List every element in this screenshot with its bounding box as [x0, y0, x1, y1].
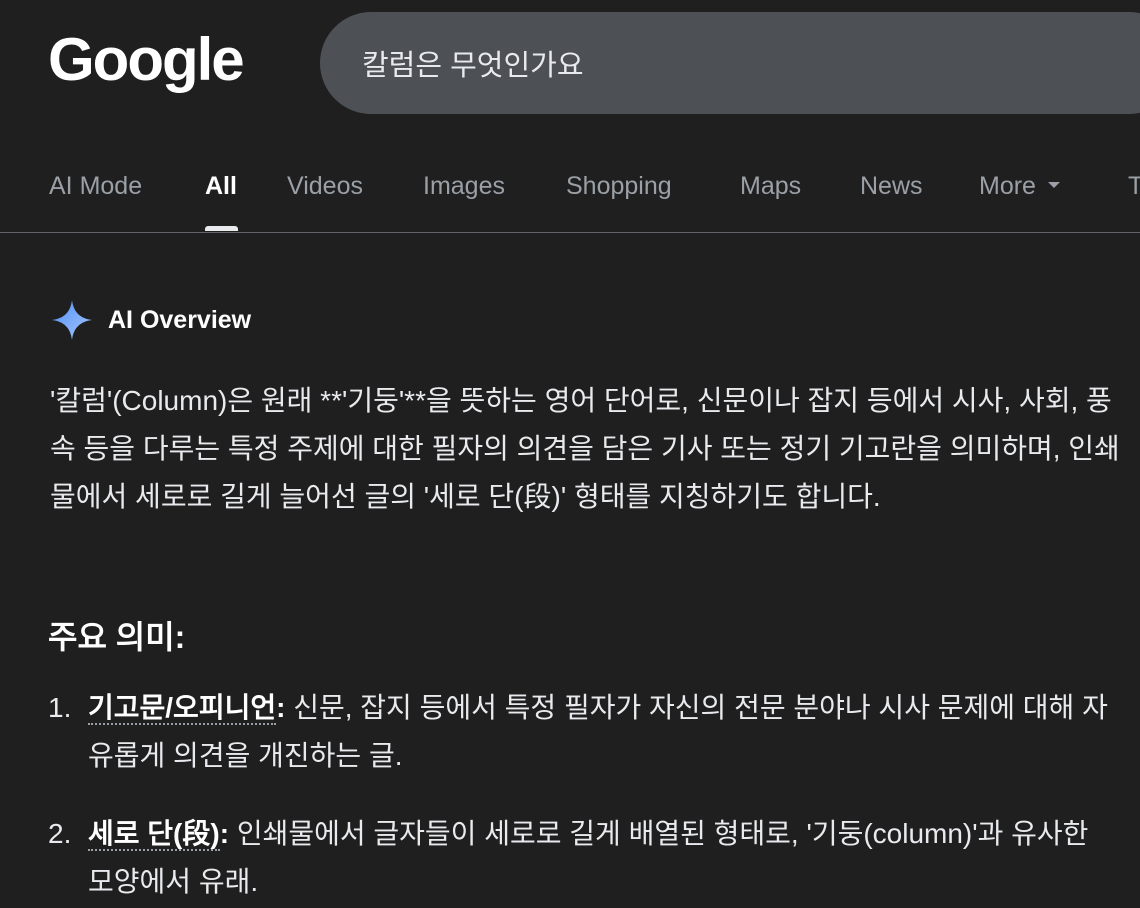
list-item: 1. 기고문/오피니언: 신문, 잡지 등에서 특정 필자가 자신의 전문 분야…: [48, 684, 1108, 780]
search-query[interactable]: 칼럼은 무엇인가요: [362, 42, 584, 84]
tab-tools[interactable]: T: [1128, 172, 1140, 201]
tab-ai-mode[interactable]: AI Mode: [49, 172, 142, 201]
list-number: 2.: [48, 818, 72, 849]
term-colon: :: [219, 818, 230, 849]
tab-images[interactable]: Images: [423, 172, 505, 201]
list-item-text: 인쇄물에서 글자들이 세로로 길게 배열된 형태로, '기둥(column)'과…: [88, 818, 1089, 897]
term-link[interactable]: 기고문/오피니언: [88, 692, 277, 725]
ai-overview-title: AI Overview: [108, 305, 252, 334]
google-logo[interactable]: Google: [48, 24, 245, 96]
list-item: 2. 세로 단(段): 인쇄물에서 글자들이 세로로 길게 배열된 형태로, '…: [48, 810, 1108, 906]
tab-more[interactable]: More: [979, 172, 1060, 201]
list-item-body: 기고문/오피니언: 신문, 잡지 등에서 특정 필자가 자신의 전문 분야나 시…: [88, 684, 1108, 780]
tab-shopping[interactable]: Shopping: [566, 172, 672, 201]
list-item-body: 세로 단(段): 인쇄물에서 글자들이 세로로 길게 배열된 형태로, '기둥(…: [88, 810, 1108, 906]
gemini-sparkle-icon: [52, 300, 92, 340]
list-number: 1.: [48, 692, 72, 723]
search-bar[interactable]: 칼럼은 무엇인가요: [320, 12, 1140, 114]
tab-all[interactable]: All: [205, 172, 237, 201]
term-link[interactable]: 세로 단(段): [88, 818, 220, 851]
search-tabs: AI Mode All Videos Images Shopping Maps …: [0, 150, 1140, 233]
tab-more-label: More: [979, 172, 1036, 200]
section-title: 주요 의미:: [48, 619, 186, 655]
tab-news[interactable]: News: [860, 172, 923, 201]
tab-videos[interactable]: Videos: [287, 172, 363, 201]
active-tab-indicator: [205, 226, 238, 231]
ai-overview-intro: '칼럼'(Column)은 원래 **'기둥'**을 뜻하는 영어 단어로, 신…: [50, 385, 1120, 512]
tab-maps[interactable]: Maps: [740, 172, 801, 201]
caret-down-icon: [1047, 182, 1060, 189]
ai-overview-header: AI Overview: [50, 298, 251, 342]
